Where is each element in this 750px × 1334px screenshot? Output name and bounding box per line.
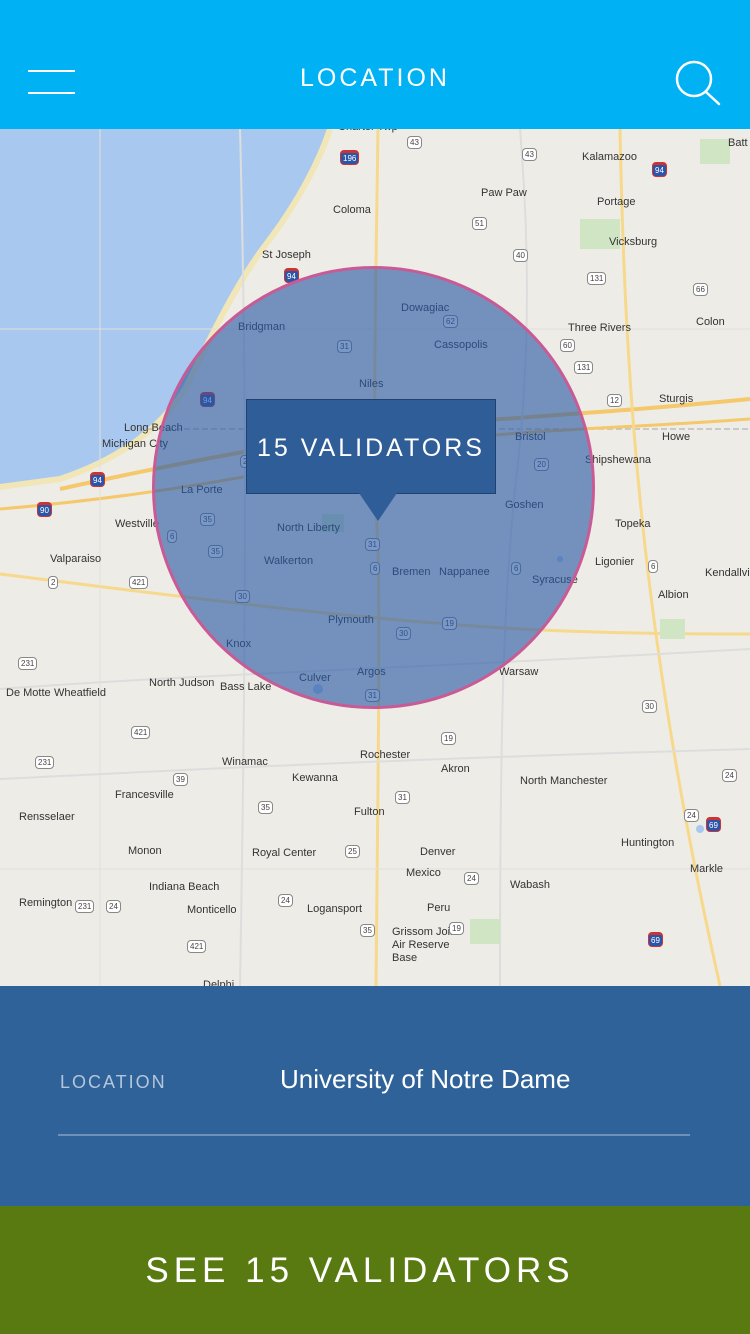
route-shield: 19: [449, 922, 464, 935]
map-view[interactable]: Charter Twp Kalamazoo Batt Coloma Paw Paw Por…: [0, 129, 750, 986]
route-shield: 51: [472, 217, 487, 230]
route-shield: 24: [464, 872, 479, 885]
validators-callout[interactable]: 15 VALIDATORS: [246, 399, 496, 521]
route-shield: 31: [395, 791, 410, 804]
route-shield: 131: [574, 361, 594, 374]
route-shield: 131: [587, 272, 607, 285]
map-place-label: Akron: [441, 763, 470, 775]
page-title: LOCATION: [300, 64, 450, 92]
map-place-label: Peru: [427, 902, 451, 914]
location-value[interactable]: University of Notre Dame: [280, 1064, 570, 1095]
route-shield: 69: [706, 817, 721, 832]
map-place-label: North Manchester: [520, 775, 608, 787]
map-place-label: Monon: [128, 845, 162, 857]
app-header: LOCATION: [0, 0, 750, 129]
map-place-label: Wabash: [510, 879, 550, 891]
route-shield: 24: [684, 809, 699, 822]
map-place-label: Huntington: [621, 837, 675, 849]
route-shield: 421: [187, 940, 207, 953]
see-validators-label: SEE 15 VALIDATORS: [145, 1251, 575, 1290]
map-place-label: Batt: [728, 137, 748, 149]
route-shield: 24: [106, 900, 121, 913]
route-shield: 60: [560, 339, 575, 352]
map-place-label: Kendallvi: [705, 567, 750, 579]
route-shield: 40: [513, 249, 528, 262]
map-place-label: Monticello: [187, 904, 237, 916]
map-place-label: Kalamazoo: [582, 151, 638, 163]
map-place-label: Rensselaer: [19, 811, 75, 823]
route-shield: 231: [35, 756, 55, 769]
route-shield: 90: [37, 502, 52, 517]
map-place-label: St Joseph: [262, 249, 311, 261]
map-place-label: Charter Twp: [338, 129, 398, 133]
route-shield: 30: [642, 700, 657, 713]
info-divider: [58, 1134, 690, 1136]
route-shield: 231: [18, 657, 38, 670]
map-place-label: Paw Paw: [481, 187, 527, 199]
route-shield: 19: [441, 732, 456, 745]
map-place-label: Delphi: [203, 979, 235, 986]
map-place-label: Portage: [597, 196, 636, 208]
map-place-label: Rochester: [360, 749, 411, 761]
map-place-label: Denver: [420, 846, 456, 858]
map-place-label: Sturgis: [659, 393, 694, 405]
route-shield: 196: [340, 150, 360, 165]
see-validators-button[interactable]: SEE 15 VALIDATORS: [0, 1206, 750, 1334]
callout-label: 15 VALIDATORS: [257, 434, 485, 462]
search-icon[interactable]: [672, 58, 724, 108]
route-shield: 43: [522, 148, 537, 161]
map-place-label: Colon: [696, 316, 725, 328]
map-place-label: Bass Lake: [220, 681, 272, 693]
map-place-label: Coloma: [333, 204, 371, 216]
route-shield: 35: [258, 801, 273, 814]
map-place-label: Warsaw: [499, 666, 539, 678]
map-place-label: Shipshewana: [585, 454, 652, 466]
map-place-label: North Judson: [149, 677, 215, 689]
callout-pointer: [359, 493, 397, 521]
map-place-label: Vicksburg: [609, 236, 658, 248]
map-place-label: Remington: [19, 897, 73, 909]
map-place-label: Ligonier: [595, 556, 635, 568]
route-shield: 231: [75, 900, 95, 913]
map-place-label: Winamac: [222, 756, 268, 768]
route-shield: 12: [607, 394, 622, 407]
route-shield: 24: [278, 894, 293, 907]
route-shield: 35: [360, 924, 375, 937]
map-place-label: Valparaiso: [50, 553, 102, 565]
route-shield: 94: [652, 162, 667, 177]
map-place-label: Howe: [662, 431, 691, 443]
route-shield: 421: [129, 576, 149, 589]
map-place-label: Logansport: [307, 903, 363, 915]
route-shield: 69: [648, 932, 663, 947]
map-place-label: Fulton: [354, 806, 385, 818]
route-shield: 94: [90, 472, 105, 487]
map-place-label: Markle: [690, 863, 724, 875]
map-place-label: Westville: [115, 518, 159, 530]
map-place-label: Wheatfield: [54, 687, 106, 699]
map-place-label: Albion: [658, 589, 689, 601]
route-shield: 39: [173, 773, 188, 786]
location-info-panel: LOCATION University of Notre Dame: [0, 986, 750, 1206]
map-place-label: Kewanna: [292, 772, 338, 784]
location-label: LOCATION: [60, 1072, 167, 1092]
route-shield: 2: [48, 576, 59, 589]
map-place-label: Indiana Beach: [149, 881, 220, 893]
route-shield: 25: [345, 845, 360, 858]
map-place-label: Topeka: [615, 518, 651, 530]
route-shield: 6: [648, 560, 659, 573]
map-place-label: Three Rivers: [568, 322, 631, 334]
route-shield: 43: [407, 136, 422, 149]
map-place-label: Mexico: [406, 867, 441, 879]
route-shield: 24: [722, 769, 737, 782]
map-place-label: Francesville: [115, 789, 174, 801]
route-shield: 66: [693, 283, 708, 296]
route-shield: 421: [131, 726, 151, 739]
map-place-label: Royal Center: [252, 847, 317, 859]
map-place-label: De Motte: [6, 687, 51, 699]
